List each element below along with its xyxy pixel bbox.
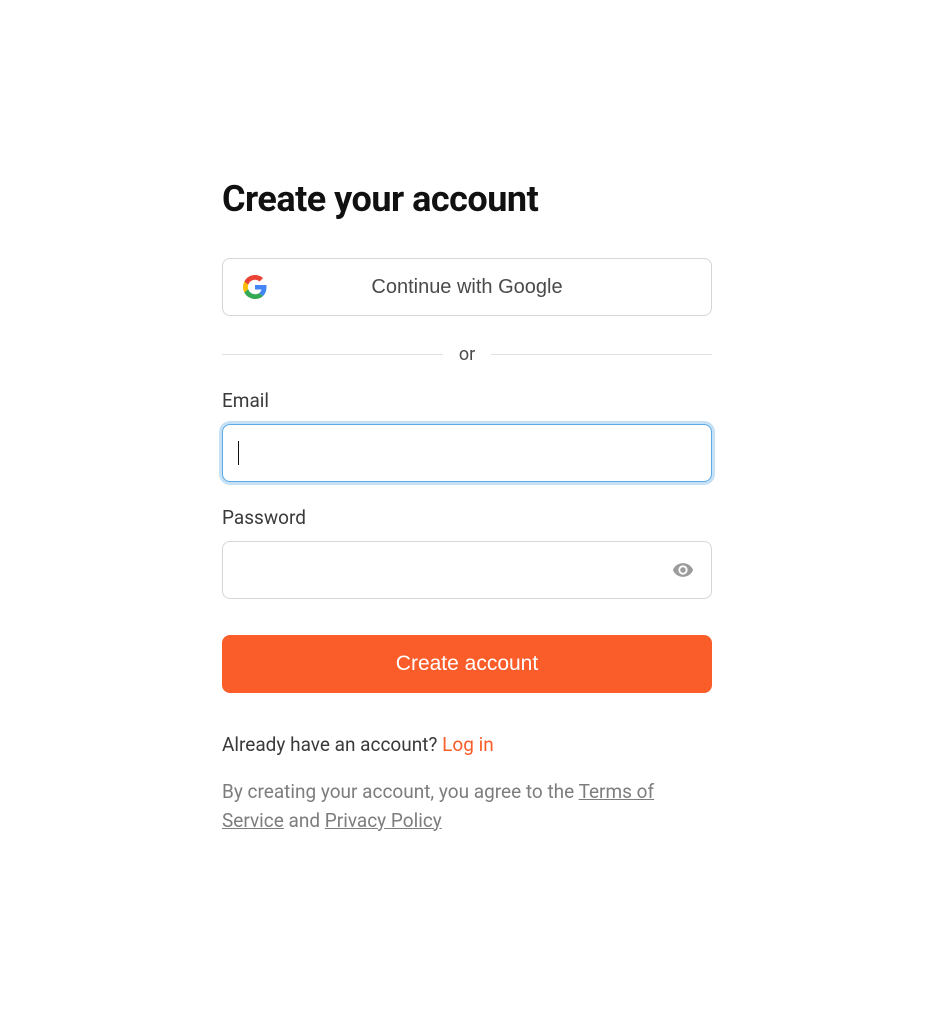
password-input-wrapper — [222, 541, 712, 599]
login-row: Already have an account? Log in — [222, 733, 712, 756]
legal-text: By creating your account, you agree to t… — [222, 778, 712, 835]
google-button-label: Continue with Google — [371, 276, 562, 299]
continue-with-google-button[interactable]: Continue with Google — [222, 258, 712, 316]
divider-line-right — [491, 354, 712, 355]
email-field-group: Email — [222, 389, 712, 482]
login-prompt: Already have an account? — [222, 733, 442, 756]
password-input[interactable] — [222, 541, 712, 599]
signup-form: Create your account Continue with Google… — [222, 0, 712, 835]
google-icon — [243, 275, 267, 299]
page-title: Create your account — [222, 178, 712, 220]
email-label: Email — [222, 389, 712, 412]
password-label: Password — [222, 506, 712, 529]
divider-line-left — [222, 354, 443, 355]
login-link[interactable]: Log in — [442, 733, 494, 756]
legal-mid: and — [284, 809, 325, 832]
legal-prefix: By creating your account, you agree to t… — [222, 780, 579, 803]
email-input-wrapper — [222, 424, 712, 482]
password-field-group: Password — [222, 506, 712, 599]
create-account-button[interactable]: Create account — [222, 635, 712, 693]
divider-text: or — [443, 344, 491, 365]
text-cursor — [238, 441, 239, 465]
eye-icon[interactable] — [672, 559, 694, 581]
email-input[interactable] — [222, 424, 712, 482]
privacy-policy-link[interactable]: Privacy Policy — [325, 809, 442, 832]
divider: or — [222, 344, 712, 365]
